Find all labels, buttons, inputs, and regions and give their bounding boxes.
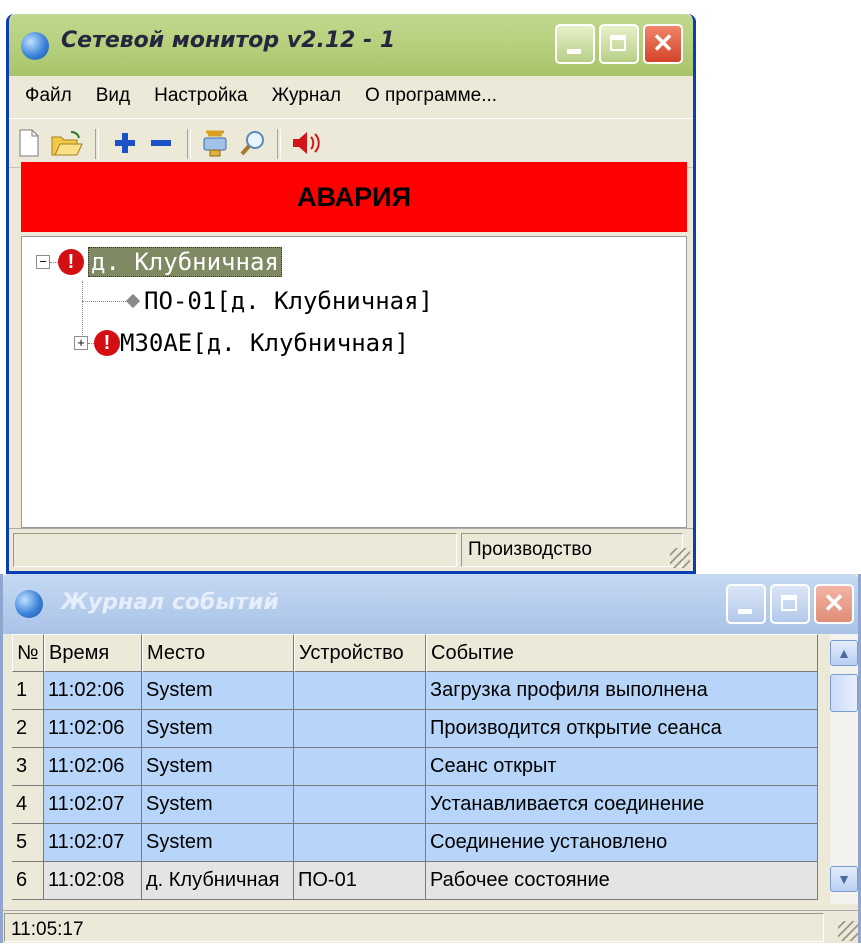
- tree-node-label[interactable]: д. Клубничная: [88, 247, 282, 277]
- table-row[interactable]: 4 11:02:07 System Устанавливается соедин…: [12, 786, 818, 824]
- row-time: 11:02:06: [44, 748, 142, 786]
- row-number: 5: [12, 824, 44, 862]
- event-table[interactable]: № Время Место Устройство Событие 1 11:02…: [12, 634, 818, 904]
- menu-journal[interactable]: Журнал: [260, 85, 353, 107]
- row-time: 11:02:07: [44, 824, 142, 862]
- row-number: 3: [12, 748, 44, 786]
- tree-node-child[interactable]: ПО-01[д. Клубничная]: [82, 287, 433, 315]
- row-place: System: [142, 710, 294, 748]
- column-header[interactable]: №: [12, 634, 44, 672]
- row-device: [294, 748, 426, 786]
- main-titlebar[interactable]: Сетевой монитор v2.12 - 1 ✕: [9, 14, 693, 76]
- table-row[interactable]: 2 11:02:06 System Производится открытие …: [12, 710, 818, 748]
- row-number: 2: [12, 710, 44, 748]
- row-device: [294, 672, 426, 710]
- row-device: [294, 824, 426, 862]
- row-number: 4: [12, 786, 44, 824]
- table-row[interactable]: 6 11:02:08 д. Клубничная ПО-01 Рабочее с…: [12, 862, 818, 900]
- column-header[interactable]: Устройство: [294, 634, 426, 672]
- alarm-banner: АВАРИЯ: [21, 162, 687, 232]
- toolbar-separator: [277, 129, 281, 159]
- globe-icon: [21, 32, 49, 60]
- row-time: 11:02:08: [44, 862, 142, 900]
- maximize-button[interactable]: [770, 584, 810, 624]
- tree-node-label[interactable]: М30АЕ[д. Клубничная]: [120, 329, 409, 357]
- menu-settings[interactable]: Настройка: [142, 85, 260, 107]
- close-button[interactable]: ✕: [643, 24, 683, 64]
- resize-grip[interactable]: [670, 548, 690, 568]
- collapse-icon[interactable]: −: [36, 255, 50, 269]
- table-row[interactable]: 5 11:02:07 System Соединение установлено: [12, 824, 818, 862]
- row-device: [294, 710, 426, 748]
- row-place: System: [142, 786, 294, 824]
- main-window-title: Сетевой монитор v2.12 - 1: [61, 28, 396, 53]
- minimize-button[interactable]: [726, 584, 766, 624]
- device-tree[interactable]: − ! д. Клубничная ПО-01[д. Клубничная] +…: [21, 236, 687, 528]
- status-pane-left: [13, 533, 457, 567]
- row-device: [294, 786, 426, 824]
- status-time: 11:05:17: [4, 913, 824, 942]
- scroll-thumb[interactable]: [830, 674, 858, 712]
- search-icon[interactable]: [237, 127, 269, 159]
- alarm-warning-icon: !: [94, 330, 120, 356]
- network-monitor-window: Сетевой монитор v2.12 - 1 ✕ Файл Вид Нас…: [6, 14, 696, 574]
- row-event: Производится открытие сеанса: [426, 710, 818, 748]
- column-header[interactable]: Время: [44, 634, 142, 672]
- menu-file[interactable]: Файл: [9, 85, 84, 107]
- column-header[interactable]: Событие: [426, 634, 818, 672]
- table-header: № Время Место Устройство Событие: [12, 634, 818, 672]
- journal-titlebar[interactable]: Журнал событий ✕: [3, 574, 858, 634]
- toolbar-separator: [187, 129, 191, 159]
- row-time: 11:02:06: [44, 672, 142, 710]
- scroll-down-button[interactable]: ▼: [830, 866, 858, 892]
- row-place: System: [142, 748, 294, 786]
- toolbar-separator: [95, 129, 99, 159]
- row-event: Соединение установлено: [426, 824, 818, 862]
- table-row[interactable]: 3 11:02:06 System Сеанс открыт: [12, 748, 818, 786]
- row-event: Сеанс открыт: [426, 748, 818, 786]
- tree-node-root[interactable]: − ! д. Клубничная: [36, 247, 282, 277]
- row-place: System: [142, 672, 294, 710]
- row-event: Загрузка профиля выполнена: [426, 672, 818, 710]
- maximize-button[interactable]: [599, 24, 639, 64]
- menu-bar: Файл Вид Настройка Журнал О программе...: [9, 76, 693, 116]
- tree-node-label[interactable]: ПО-01[д. Клубничная]: [144, 287, 433, 315]
- row-number: 1: [12, 672, 44, 710]
- resize-grip[interactable]: [838, 921, 858, 941]
- row-place: д. Клубничная: [142, 862, 294, 900]
- remove-icon[interactable]: [145, 127, 177, 159]
- journal-status-bar: 11:05:17: [0, 910, 861, 944]
- scroll-up-button[interactable]: ▲: [830, 640, 858, 666]
- new-file-icon[interactable]: [13, 127, 45, 159]
- menu-about[interactable]: О программе...: [353, 85, 509, 107]
- menu-view[interactable]: Вид: [84, 85, 142, 107]
- row-event: Устанавливается соединение: [426, 786, 818, 824]
- add-icon[interactable]: [109, 127, 141, 159]
- alarm-warning-icon: !: [58, 249, 84, 275]
- tree-node-child[interactable]: + ! М30АЕ[д. Клубничная]: [74, 329, 409, 357]
- row-device: ПО-01: [294, 862, 426, 900]
- device-diamond-icon: [125, 293, 141, 309]
- row-place: System: [142, 824, 294, 862]
- minimize-button[interactable]: [555, 24, 595, 64]
- status-pane-mode: Производство: [461, 533, 683, 567]
- row-event: Рабочее состояние: [426, 862, 818, 900]
- row-time: 11:02:07: [44, 786, 142, 824]
- row-time: 11:02:06: [44, 710, 142, 748]
- main-status-bar: Производство: [9, 528, 693, 571]
- open-folder-icon[interactable]: [51, 127, 83, 159]
- close-button[interactable]: ✕: [814, 584, 854, 624]
- journal-window-title: Журнал событий: [61, 590, 279, 615]
- row-number: 6: [12, 862, 44, 900]
- speaker-icon[interactable]: [289, 127, 321, 159]
- expand-icon[interactable]: +: [74, 336, 88, 350]
- network-icon[interactable]: [199, 127, 231, 159]
- globe-icon: [15, 590, 43, 618]
- table-row[interactable]: 1 11:02:06 System Загрузка профиля выпол…: [12, 672, 818, 710]
- column-header[interactable]: Место: [142, 634, 294, 672]
- vertical-scrollbar[interactable]: ▲ ▼: [830, 634, 858, 904]
- toolbar: [9, 118, 693, 168]
